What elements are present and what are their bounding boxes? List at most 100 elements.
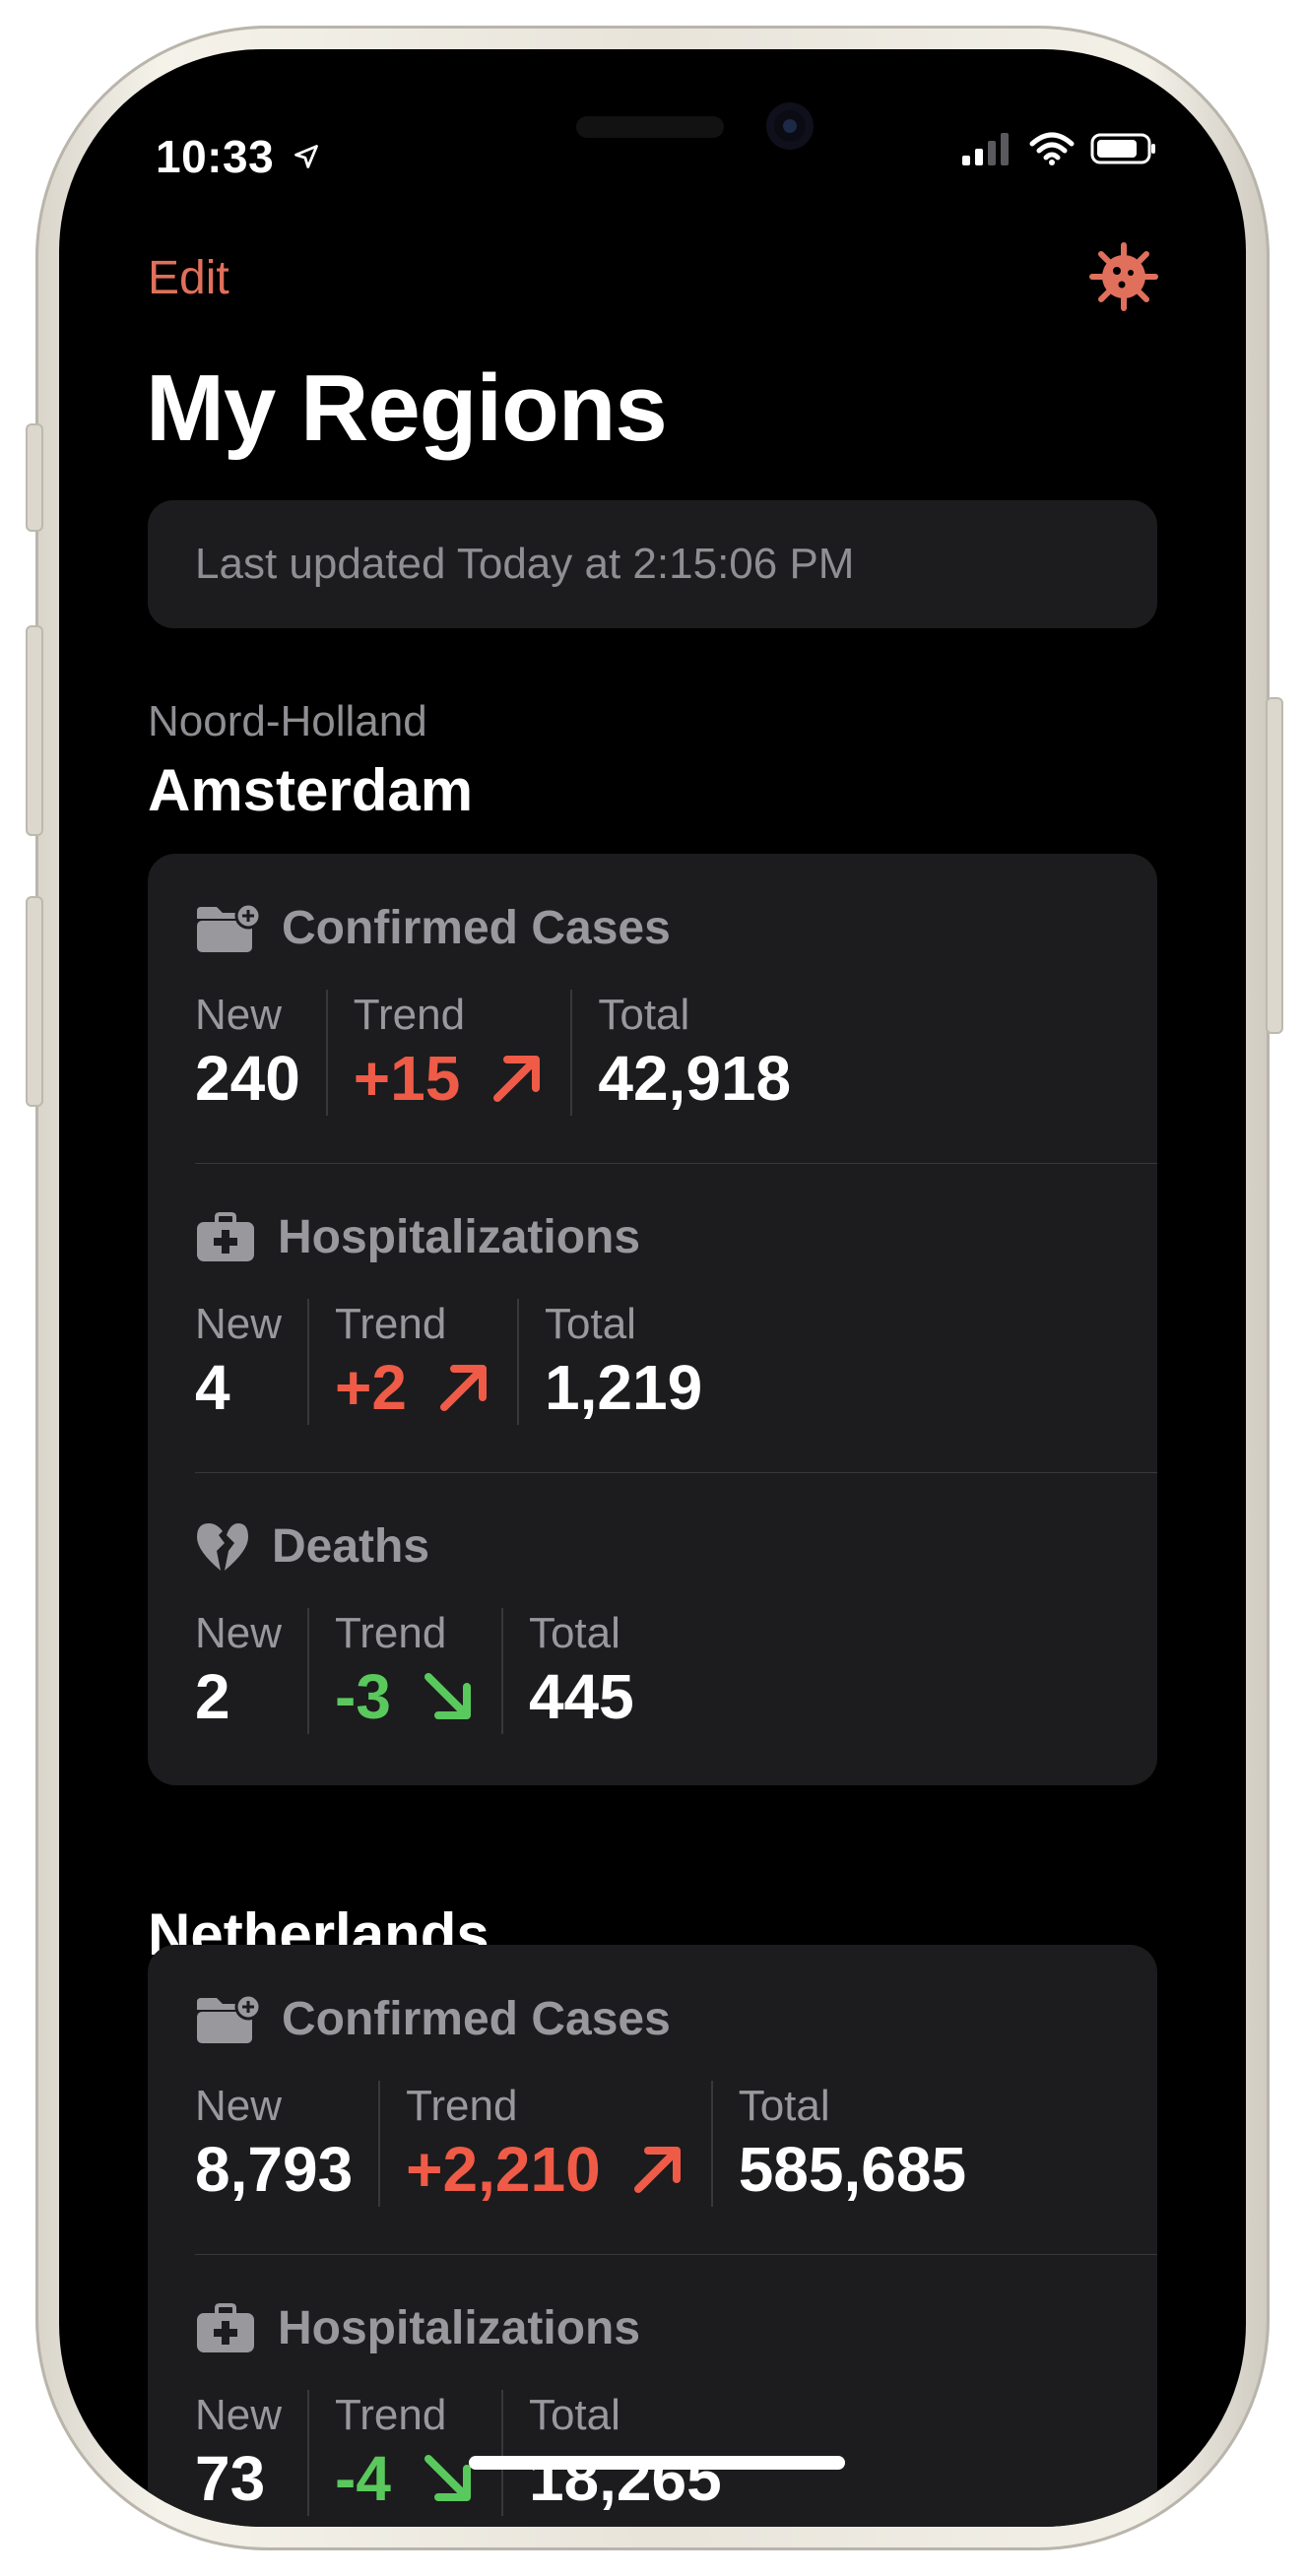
metric-header: Confirmed Cases xyxy=(195,901,671,955)
trend-column: Trend +2 xyxy=(307,1299,517,1425)
action-button xyxy=(26,423,43,532)
region-province: Noord-Holland xyxy=(148,697,427,745)
trend-up-arrow-icon xyxy=(633,2147,681,2193)
battery-icon xyxy=(1090,133,1155,164)
metric-deaths: Deaths New 2 Trend -3 Total 445 xyxy=(148,1472,1157,1781)
trend-label: Trend xyxy=(335,2391,447,2439)
medical-kit-icon xyxy=(197,1211,254,1261)
total-value: 18,265 xyxy=(528,2443,722,2514)
status-bar-time: 10:33 xyxy=(156,130,320,183)
trend-value: +15 xyxy=(354,1041,546,1116)
trend-column: Trend -3 xyxy=(307,1608,501,1734)
medical-kit-icon xyxy=(197,2302,254,2352)
metric-hospitalizations: Hospitalizations New 73 Trend -4 Total 1… xyxy=(148,2254,1157,2527)
total-column: Total 445 xyxy=(500,1608,660,1734)
metric-title: Hospitalizations xyxy=(278,1211,641,1263)
last-updated-text: Last updated Today at 2:15:06 PM xyxy=(195,540,855,588)
new-column: New 73 xyxy=(195,2390,307,2516)
trend-value: -3 xyxy=(335,1659,476,1734)
total-value: 1,219 xyxy=(545,1352,703,1423)
new-value: 73 xyxy=(195,2443,266,2514)
new-value: 8,793 xyxy=(195,2134,354,2205)
edit-button[interactable]: Edit xyxy=(148,251,229,305)
wifi-icon xyxy=(1029,132,1075,165)
metric-confirmed-cases: Confirmed Cases New 8,793 Trend +2,210 T… xyxy=(148,1945,1157,2254)
metric-stats: New 4 Trend +2 Total 1,219 xyxy=(195,1299,728,1425)
metric-stats: New 240 Trend +15 Total 42,918 xyxy=(195,990,816,1116)
metric-stats: New 8,793 Trend +2,210 Total 585,685 xyxy=(195,2081,992,2207)
new-value: 240 xyxy=(195,1043,300,1114)
trend-number: +15 xyxy=(353,1043,461,1114)
new-value: 4 xyxy=(195,1352,230,1423)
trend-down-arrow-icon xyxy=(424,1673,471,1719)
broken-heart-icon xyxy=(197,1522,248,1571)
status-bar-icons xyxy=(962,132,1157,165)
trend-label: Trend xyxy=(406,2082,518,2130)
new-label: New xyxy=(195,1300,283,1348)
folder-plus-icon xyxy=(197,902,260,952)
trend-label: Trend xyxy=(353,991,466,1039)
total-label: Total xyxy=(738,2082,830,2130)
volume-up-button xyxy=(26,625,43,836)
new-label: New xyxy=(195,991,283,1039)
metric-title: Deaths xyxy=(272,1520,430,1573)
total-column: Total 42,918 xyxy=(570,990,816,1116)
location-arrow-icon xyxy=(294,145,319,168)
trend-up-arrow-icon xyxy=(493,1056,541,1102)
trend-column: Trend -4 xyxy=(307,2390,501,2516)
clock-label: 10:33 xyxy=(156,131,275,182)
new-column: New 240 xyxy=(195,990,326,1116)
metric-title: Hospitalizations xyxy=(278,2302,641,2354)
metric-header: Hospitalizations xyxy=(195,1210,640,1264)
volume-down-button xyxy=(26,896,43,1107)
region-card-amsterdam[interactable]: Confirmed Cases New 240 Trend +15 Total … xyxy=(148,854,1157,1785)
trend-label: Trend xyxy=(335,1609,447,1657)
new-column: New 2 xyxy=(195,1608,307,1734)
total-value: 42,918 xyxy=(598,1043,792,1114)
metric-header: Confirmed Cases xyxy=(195,1992,671,2046)
metric-header: Hospitalizations xyxy=(195,2301,640,2355)
total-label: Total xyxy=(528,1609,620,1657)
metric-hospitalizations: Hospitalizations New 4 Trend +2 Total 1,… xyxy=(148,1163,1157,1472)
metric-confirmed-cases: Confirmed Cases New 240 Trend +15 Total … xyxy=(148,854,1157,1163)
page-title: My Regions xyxy=(146,355,668,461)
region-card-netherlands[interactable]: Confirmed Cases New 8,793 Trend +2,210 T… xyxy=(148,1945,1157,2527)
new-value: 2 xyxy=(195,1661,230,1732)
metric-stats: New 73 Trend -4 Total 18,265 xyxy=(195,2390,748,2516)
last-updated-banner: Last updated Today at 2:15:06 PM xyxy=(148,500,1157,628)
phone-screen: 10:33 Edit My Regions Last updated Today… xyxy=(59,49,1246,2527)
earpiece-speaker xyxy=(576,116,724,138)
total-column: Total 585,685 xyxy=(710,2081,992,2207)
home-indicator[interactable] xyxy=(469,2456,845,2470)
total-label: Total xyxy=(528,2391,620,2439)
total-column: Total 18,265 xyxy=(500,2390,748,2516)
metric-header: Deaths xyxy=(195,1519,429,1574)
trend-value: +2,210 xyxy=(406,2132,685,2207)
cellular-signal-icon xyxy=(962,133,1009,165)
folder-plus-icon xyxy=(197,1993,260,2043)
trend-up-arrow-icon xyxy=(440,1365,487,1411)
new-label: New xyxy=(195,1609,283,1657)
new-column: New 4 xyxy=(195,1299,307,1425)
virus-icon[interactable] xyxy=(1088,241,1159,317)
region-name: Amsterdam xyxy=(148,757,474,823)
new-column: New 8,793 xyxy=(195,2081,378,2207)
metric-title: Confirmed Cases xyxy=(282,902,671,954)
power-button xyxy=(1266,697,1283,1034)
new-label: New xyxy=(195,2391,283,2439)
total-value: 585,685 xyxy=(738,2134,967,2205)
total-value: 445 xyxy=(528,1661,634,1732)
new-label: New xyxy=(195,2082,283,2130)
total-label: Total xyxy=(598,991,690,1039)
trend-column: Trend +2,210 xyxy=(378,2081,711,2207)
trend-label: Trend xyxy=(335,1300,447,1348)
trend-value: +2 xyxy=(335,1350,491,1425)
metric-title: Confirmed Cases xyxy=(282,1993,671,2045)
trend-number: +2 xyxy=(335,1352,407,1423)
trend-number: -4 xyxy=(335,2443,391,2514)
total-column: Total 1,219 xyxy=(517,1299,728,1425)
trend-number: -3 xyxy=(335,1661,391,1732)
trend-down-arrow-icon xyxy=(424,2455,471,2501)
total-label: Total xyxy=(545,1300,636,1348)
metric-stats: New 2 Trend -3 Total 445 xyxy=(195,1608,660,1734)
